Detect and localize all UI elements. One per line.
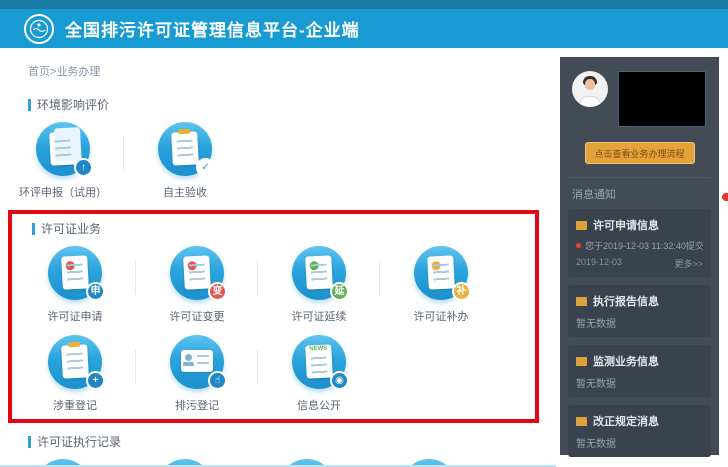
camera-badge-icon: ◉ [330, 371, 349, 390]
empty-state-text: 暂无数据 [576, 439, 616, 450]
breadcrumb-current: 业务办理 [56, 66, 101, 78]
profile-block [560, 57, 719, 127]
hand-badge-icon: ☝ [208, 371, 227, 390]
notice-card-header: 改正规定消息 [576, 413, 703, 429]
page-title: 全国排污许可证管理信息平台-企业端 [65, 21, 360, 40]
notice-card-header: 执行报告信息 [576, 293, 703, 309]
section-bar [28, 435, 31, 448]
main-content: 首页>业务办理 环境影响评价 ↑ 环评申报（试用） ✓ 自主验收 许可证业务 申… [0, 48, 556, 467]
app-item-discharge-reg[interactable]: ☝ 排污登记 [136, 326, 258, 415]
app-item-permit-change[interactable]: 变 许可证变更 [136, 237, 258, 326]
grid-permit-row2: + 涉重登记 ☝ 排污登记 NEWS ◉ 信息公开 [14, 326, 535, 415]
edge-notification-dot-icon [722, 193, 728, 201]
highlight-red-box: 许可证业务 申 许可证申请 变 许可证变更 延 许可证延续 补 许可证补办 + … [8, 210, 539, 423]
apply-badge-icon: 申 [86, 282, 105, 301]
app-item-permit-reissue[interactable]: 补 许可证补办 [380, 237, 502, 326]
notice-cards: 许可申请信息 您于2019-12-03 11:32:40提交的申.. 2019-… [560, 209, 719, 457]
notice-card-correction[interactable]: 改正规定消息 暂无数据 [568, 405, 711, 457]
section-env-impact: 环境影响评价 ↑ 环评申报（试用） ✓ 自主验收 [0, 96, 556, 202]
mail-icon [576, 296, 587, 306]
top-strip [0, 0, 728, 9]
notice-card-footer: 2019-12-03 更多>> [576, 257, 703, 270]
app-header: 全国排污许可证管理信息平台-企业端 [0, 9, 728, 48]
permit-change-icon: 变 [170, 246, 227, 301]
reissue-badge-icon: 补 [452, 282, 471, 301]
app-item-info-disclosure[interactable]: NEWS ◉ 信息公开 [258, 326, 380, 415]
notice-card-permit-apply[interactable]: 许可申请信息 您于2019-12-03 11:32:40提交的申.. 2019-… [568, 209, 711, 277]
section-title-permit: 许可证业务 [32, 220, 535, 237]
section-exec-records: 许可证执行记录 台账记录 执行 执行报告 • • • [0, 433, 556, 467]
notice-title: 消息通知 [572, 189, 616, 201]
page-root: 全国排污许可证管理信息平台-企业端 首页>业务办理 环境影响评价 ↑ 环评申报（… [0, 0, 728, 467]
app-item-eia-declare[interactable]: ↑ 环评申报（试用） [2, 113, 124, 202]
app-item-self-acceptance[interactable]: ✓ 自主验收 [124, 113, 246, 202]
notice-date: 2019-12-03 [576, 257, 623, 267]
mail-icon [576, 220, 587, 230]
empty-state-text: 暂无数据 [576, 379, 616, 390]
mail-icon [576, 416, 587, 426]
self-acceptance-icon: ✓ [158, 122, 215, 177]
ministry-emblem-icon [24, 13, 54, 44]
eia-declare-icon: ↑ [36, 122, 93, 177]
heavy-metal-reg-icon: + [48, 335, 105, 390]
user-avatar[interactable] [572, 71, 608, 107]
app-item-heavy-metal-reg[interactable]: + 涉重登记 [14, 326, 136, 415]
notice-card-exec-report[interactable]: 执行报告信息 暂无数据 [568, 285, 711, 337]
more-link[interactable]: 更多>> [674, 257, 703, 270]
grid-permit-row1: 申 许可证申请 变 许可证变更 延 许可证延续 补 许可证补办 [14, 237, 535, 326]
renew-badge-icon: 延 [330, 282, 349, 301]
info-disclosure-icon: NEWS ◉ [292, 335, 349, 390]
permit-apply-icon: 申 [48, 246, 105, 301]
notice-message[interactable]: 您于2019-12-03 11:32:40提交的申.. [576, 239, 703, 252]
view-process-flow-button[interactable]: 点击查看业务办理流程 [584, 142, 695, 164]
section-bar [32, 222, 35, 235]
notice-card-monitor-business[interactable]: 监测业务信息 暂无数据 [568, 345, 711, 397]
section-title-text: 环境影响评价 [37, 98, 110, 112]
permit-renew-icon: 延 [292, 246, 349, 301]
breadcrumb-home[interactable]: 首页 [28, 66, 50, 78]
mail-icon [576, 356, 587, 366]
section-title-records: 许可证执行记录 [28, 433, 556, 450]
section-bar [28, 98, 31, 111]
sidebar-divider [568, 177, 711, 178]
plus-badge-icon: + [86, 371, 105, 390]
section-title-env: 环境影响评价 [28, 96, 556, 113]
change-badge-icon: 变 [208, 282, 227, 301]
section-title-text: 许可证业务 [41, 222, 102, 236]
discharge-reg-icon: ☝ [170, 335, 227, 390]
breadcrumb: 首页>业务办理 [28, 63, 556, 79]
check-badge-icon: ✓ [196, 158, 215, 177]
upload-arrow-badge-icon: ↑ [74, 158, 93, 177]
grid-env: ↑ 环评申报（试用） ✓ 自主验收 [2, 113, 556, 202]
section-title-text: 许可证执行记录 [37, 435, 122, 449]
notice-card-header: 监测业务信息 [576, 353, 703, 369]
unread-dot-icon [576, 243, 581, 248]
sidebar: 点击查看业务办理流程 消息通知 许可申请信息 您于2019-12-03 11:3… [560, 57, 719, 457]
empty-state-text: 暂无数据 [576, 319, 616, 330]
redacted-info-box [618, 71, 706, 127]
notice-card-header: 许可申请信息 [576, 217, 703, 233]
permit-reissue-icon: 补 [414, 246, 471, 301]
app-item-permit-apply[interactable]: 申 许可证申请 [14, 237, 136, 326]
app-item-permit-renew[interactable]: 延 许可证延续 [258, 237, 380, 326]
